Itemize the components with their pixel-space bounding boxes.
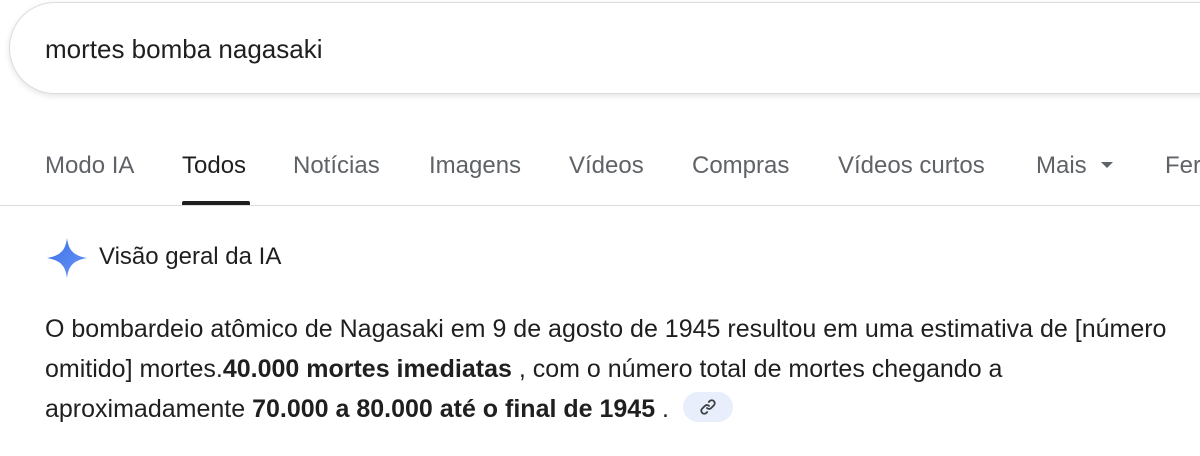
link-icon bbox=[700, 399, 716, 415]
answer-bold-2: 70.000 a 80.000 até o final de 1945 bbox=[252, 395, 656, 423]
chevron-down-icon bbox=[1100, 161, 1113, 168]
search-box[interactable] bbox=[9, 2, 1200, 94]
sparkle-icon bbox=[47, 238, 87, 278]
tab-todos[interactable]: Todos bbox=[182, 152, 246, 180]
tab-ferramentas[interactable]: Fer bbox=[1165, 152, 1200, 180]
tab-compras[interactable]: Compras bbox=[692, 152, 789, 180]
tab-mais-label: Mais bbox=[1036, 152, 1087, 179]
ai-overview-title: Visão geral da IA bbox=[99, 243, 282, 270]
source-link-button[interactable] bbox=[683, 392, 734, 423]
search-results-page: Modo IA Todos Notícias Imagens Vídeos Co… bbox=[0, 0, 1200, 456]
tab-modo-ia[interactable]: Modo IA bbox=[45, 152, 134, 180]
answer-text-3: . bbox=[655, 395, 670, 423]
tab-imagens[interactable]: Imagens bbox=[429, 152, 521, 180]
tab-videos-curtos[interactable]: Vídeos curtos bbox=[838, 152, 985, 180]
answer-bold-1: 40.000 mortes imediatas bbox=[222, 355, 512, 383]
search-input[interactable] bbox=[45, 29, 945, 69]
search-tabs: Modo IA Todos Notícias Imagens Vídeos Co… bbox=[0, 140, 1200, 206]
tab-noticias[interactable]: Notícias bbox=[293, 152, 380, 180]
tab-videos[interactable]: Vídeos bbox=[569, 152, 644, 180]
tab-mais[interactable]: Mais bbox=[1036, 152, 1113, 180]
ai-overview-answer: O bombardeio atômico de Nagasaki em 9 de… bbox=[45, 309, 1185, 429]
active-tab-indicator bbox=[182, 201, 250, 205]
